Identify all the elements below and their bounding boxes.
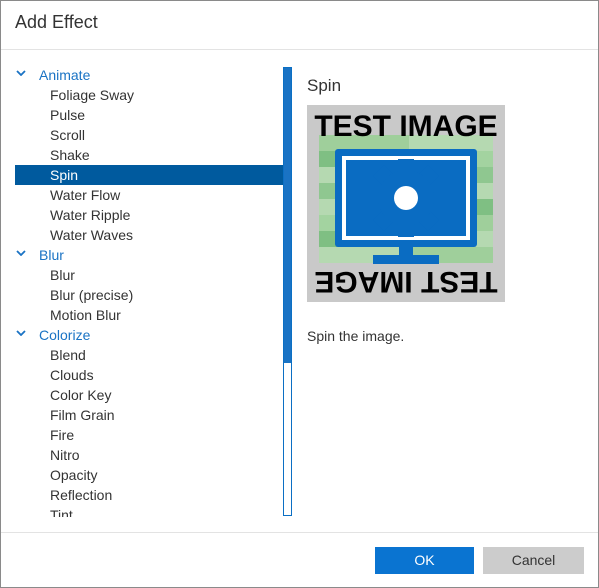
monitor-gear-icon: [335, 149, 477, 264]
tree-item-film-grain[interactable]: Film Grain: [15, 405, 283, 425]
tree-category-animate[interactable]: Animate: [15, 65, 283, 85]
tree-item-shake[interactable]: Shake: [15, 145, 283, 165]
tree-category-label: Animate: [39, 67, 91, 83]
cancel-button[interactable]: Cancel: [483, 547, 584, 574]
footer-divider: [1, 532, 598, 533]
ok-button[interactable]: OK: [375, 547, 474, 574]
tree-item-pulse[interactable]: Pulse: [15, 105, 283, 125]
add-effect-dialog: Add Effect Animate Foliage Sway Pulse Scrol…: [0, 0, 599, 588]
tree-item-water-waves[interactable]: Water Waves: [15, 225, 283, 245]
tree-scrollbar[interactable]: [283, 67, 292, 516]
chevron-down-icon[interactable]: [16, 70, 26, 76]
chevron-down-icon[interactable]: [16, 250, 26, 256]
tree-item-opacity[interactable]: Opacity: [15, 465, 283, 485]
tree-item-water-flow[interactable]: Water Flow: [15, 185, 283, 205]
scrollbar-thumb[interactable]: [284, 68, 291, 363]
preview-image-top-text: TEST IMAGE: [314, 110, 497, 143]
tree-category-blur[interactable]: Blur: [15, 245, 283, 265]
effect-tree: Animate Foliage Sway Pulse Scroll Shake Spin W…: [15, 65, 283, 517]
tree-item-scroll[interactable]: Scroll: [15, 125, 283, 145]
tree-item-blend[interactable]: Blend: [15, 345, 283, 365]
tree-item-tint[interactable]: Tint: [15, 505, 283, 517]
tree-category-label: Blur: [39, 247, 64, 263]
preview-image-bottom-text: TEST IMAGE: [314, 265, 497, 298]
tree-item-foliage-sway[interactable]: Foliage Sway: [15, 85, 283, 105]
tree-item-nitro[interactable]: Nitro: [15, 445, 283, 465]
preview-description: Spin the image.: [307, 328, 405, 344]
tree-item-fire[interactable]: Fire: [15, 425, 283, 445]
preview-title: Spin: [307, 76, 342, 95]
tree-item-color-key[interactable]: Color Key: [15, 385, 283, 405]
tree-item-blur[interactable]: Blur: [15, 265, 283, 285]
title-divider: [1, 49, 598, 50]
tree-category-colorize[interactable]: Colorize: [15, 325, 283, 345]
tree-category-label: Colorize: [39, 327, 91, 343]
tree-item-motion-blur[interactable]: Motion Blur: [15, 305, 283, 325]
preview-image: TEST IMAGE TEST IMAGE: [307, 105, 505, 302]
dialog-title: Add Effect: [15, 12, 98, 32]
tree-item-spin[interactable]: Spin: [15, 165, 283, 185]
tree-item-blur-precise[interactable]: Blur (precise): [15, 285, 283, 305]
tree-item-reflection[interactable]: Reflection: [15, 485, 283, 505]
tree-item-water-ripple[interactable]: Water Ripple: [15, 205, 283, 225]
chevron-down-icon[interactable]: [16, 330, 26, 336]
tree-item-clouds[interactable]: Clouds: [15, 365, 283, 385]
